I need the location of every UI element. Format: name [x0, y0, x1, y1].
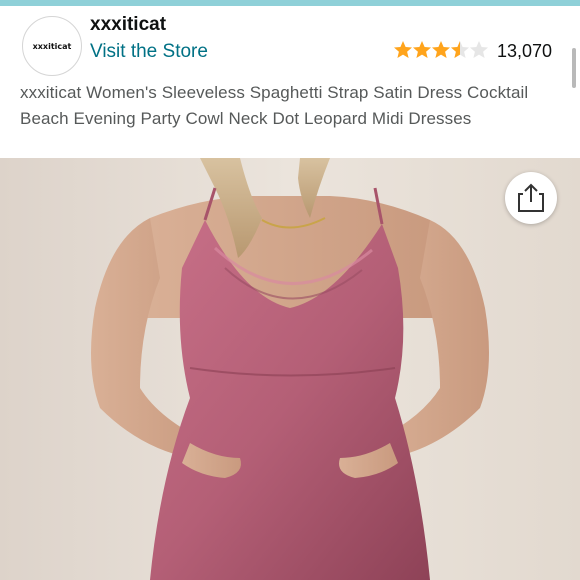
- half-star-icon: [451, 41, 469, 58]
- star-icon: [413, 41, 431, 58]
- star-rating[interactable]: [394, 40, 490, 60]
- store-logo[interactable]: xxxiticat: [22, 16, 82, 76]
- store-logo-text: xxxiticat: [32, 41, 72, 51]
- share-button[interactable]: [505, 172, 557, 224]
- scrollbar[interactable]: [572, 48, 576, 88]
- empty-star-icon: [470, 41, 488, 58]
- visit-store-link[interactable]: Visit the Store: [90, 41, 208, 63]
- store-header: xxxiticat xxxiticat Visit the Store 13,0…: [0, 6, 580, 78]
- rating-count[interactable]: 13,070: [497, 41, 552, 62]
- star-icon: [432, 41, 450, 58]
- share-icon: [518, 183, 544, 212]
- star-icon: [394, 41, 412, 58]
- product-image[interactable]: [0, 158, 580, 580]
- store-name[interactable]: xxxiticat: [90, 14, 166, 36]
- product-title: xxxiticat Women's Sleeveless Spaghetti S…: [20, 83, 529, 128]
- product-photo: [0, 158, 580, 580]
